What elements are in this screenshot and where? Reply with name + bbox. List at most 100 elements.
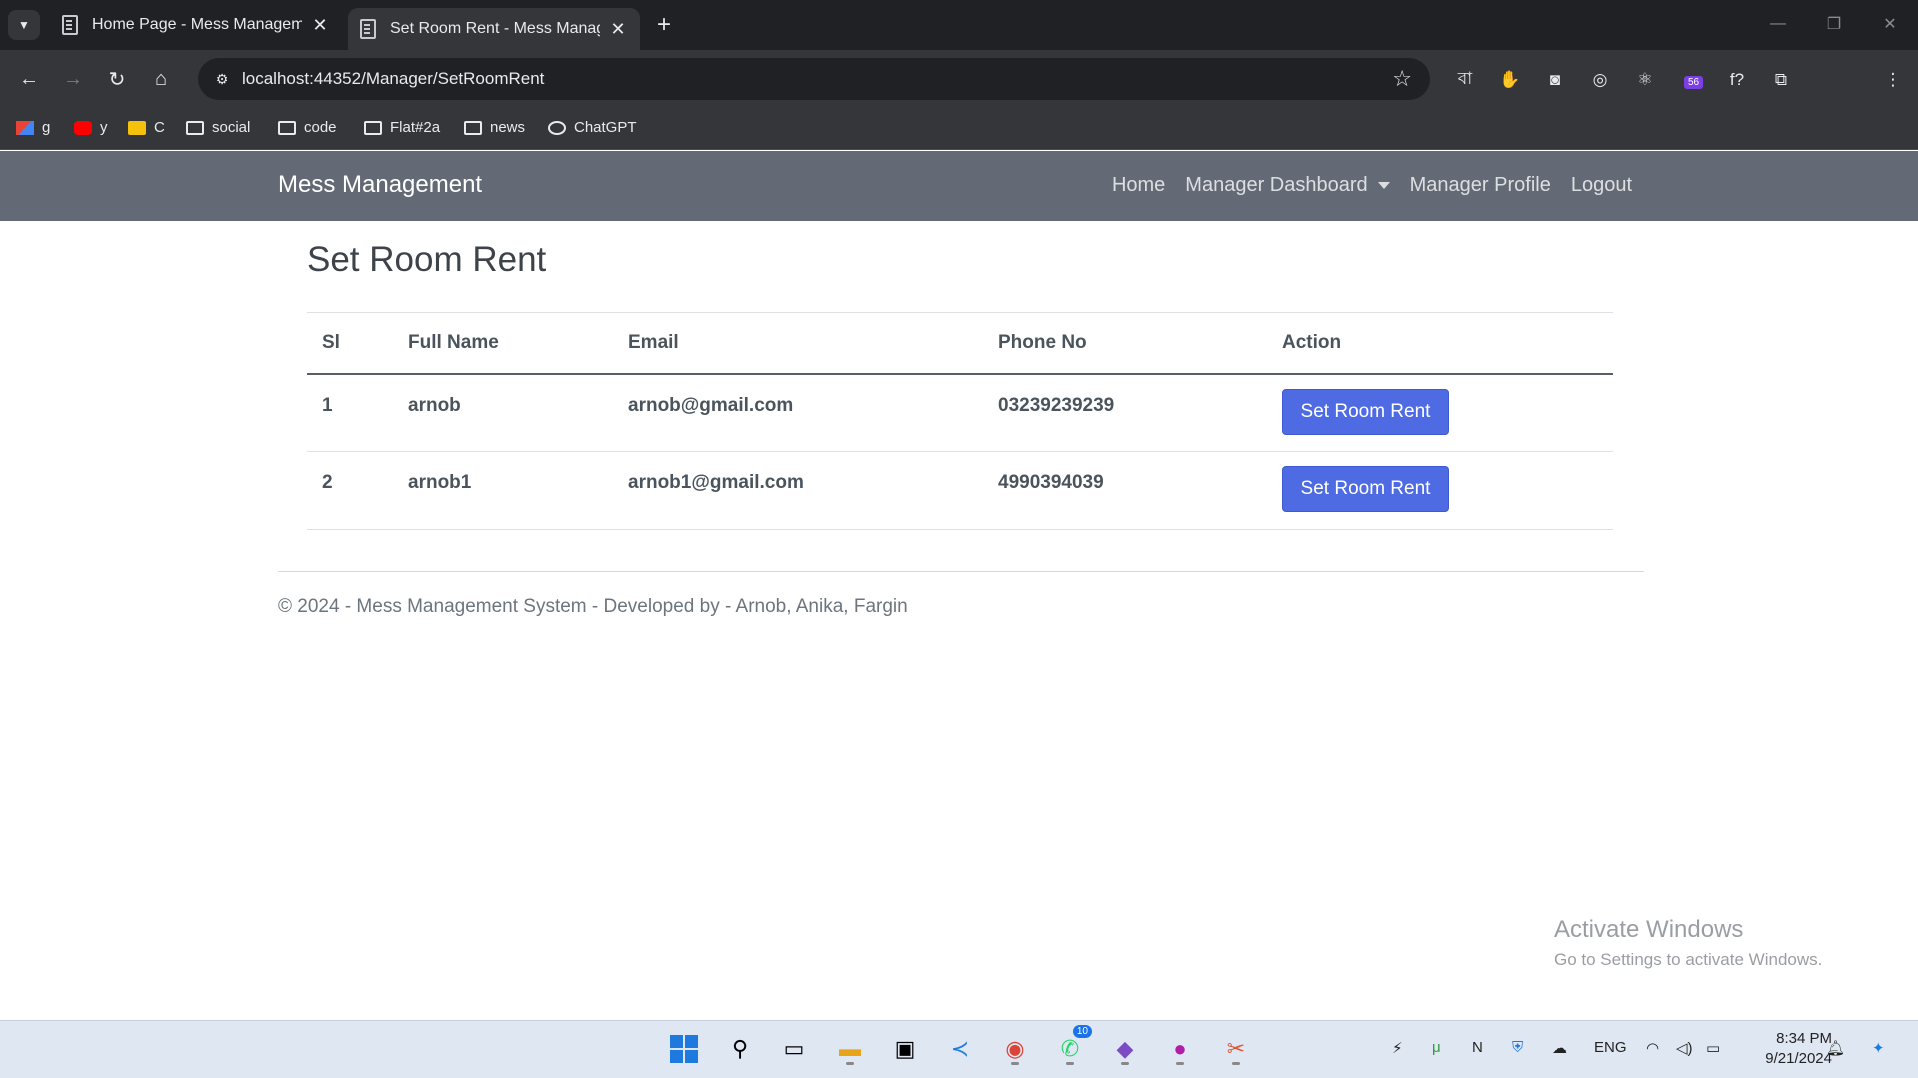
tab-home-page[interactable]: Home Page - Mess Managemen ✕ bbox=[50, 8, 342, 42]
clock-time: 8:34 PM bbox=[1776, 1030, 1832, 1047]
address-bar[interactable]: ⚙ localhost:44352/Manager/SetRoomRent ☆ bbox=[198, 58, 1430, 100]
tray-utorrent-icon[interactable]: μ bbox=[1432, 1039, 1441, 1056]
tab-set-room-rent[interactable]: Set Room Rent - Mess Manager ✕ bbox=[348, 8, 640, 50]
snipping-tool-icon[interactable]: ✂ bbox=[1218, 1031, 1254, 1067]
running-indicator bbox=[1066, 1062, 1074, 1065]
cell-phone: 4990394039 bbox=[983, 451, 1267, 530]
cell-email: arnob@gmail.com bbox=[613, 373, 983, 452]
cell-full-name: arnob1 bbox=[393, 451, 613, 530]
bookmarks-bar: g y C social code Flat#2a news ChatGPT bbox=[0, 108, 1918, 150]
running-indicator bbox=[1121, 1062, 1129, 1065]
extension-count-badge: 56 bbox=[1684, 76, 1704, 89]
bookmark-label: C bbox=[154, 119, 165, 136]
extensions-puzzle-icon[interactable]: ⧉ bbox=[1768, 67, 1794, 93]
close-tab-icon[interactable]: ✕ bbox=[310, 15, 330, 36]
url-text[interactable]: localhost:44352/Manager/SetRoomRent bbox=[242, 69, 544, 89]
nav-home-link[interactable]: Home bbox=[1112, 174, 1165, 197]
chrome-icon[interactable]: ◉ bbox=[997, 1031, 1033, 1067]
tab-title: Set Room Rent - Mess Manager bbox=[390, 20, 600, 37]
forward-arrow-icon[interactable]: → bbox=[58, 64, 88, 94]
nav-dashboard-label: Manager Dashboard bbox=[1185, 174, 1368, 196]
close-tab-icon[interactable]: ✕ bbox=[608, 19, 628, 40]
tray-cloud-icon[interactable]: ☁ bbox=[1552, 1039, 1567, 1057]
column-header-full-name: Full Name bbox=[393, 312, 613, 375]
bookmark-label: code bbox=[304, 119, 337, 136]
tray-notion-icon[interactable]: N bbox=[1472, 1039, 1483, 1056]
bookmark-gmail[interactable]: g bbox=[16, 119, 50, 136]
minimize-window-icon[interactable]: — bbox=[1758, 10, 1798, 38]
bookmark-folder-social[interactable]: social bbox=[186, 119, 250, 136]
reload-icon[interactable]: ↻ bbox=[102, 64, 132, 94]
youtube-icon bbox=[74, 120, 92, 135]
new-tab-button[interactable]: + bbox=[650, 10, 678, 40]
bookmark-star-icon[interactable]: ☆ bbox=[1392, 66, 1412, 92]
site-info-icon[interactable]: ⚙ bbox=[212, 69, 232, 89]
close-window-icon[interactable]: ✕ bbox=[1870, 10, 1910, 38]
tab-search-chevron-icon[interactable]: ▼ bbox=[8, 10, 40, 40]
browser-menu-icon[interactable]: ⋮ bbox=[1880, 67, 1906, 93]
system-clock[interactable]: 8:34 PM 9/21/2024 bbox=[1765, 1029, 1832, 1069]
terminal-icon[interactable]: ▣ bbox=[887, 1031, 923, 1067]
nav-manager-profile-link[interactable]: Manager Profile bbox=[1410, 174, 1551, 197]
bookmark-folder-code[interactable]: code bbox=[278, 119, 337, 136]
brand-link[interactable]: Mess Management bbox=[278, 171, 482, 199]
bookmark-folder-flat[interactable]: Flat#2a bbox=[364, 119, 440, 136]
page-favicon-icon bbox=[62, 15, 78, 35]
bookmark-chatgpt[interactable]: ChatGPT bbox=[548, 119, 637, 136]
notification-bell-icon[interactable]: 🔔︎ bbox=[1826, 1039, 1845, 1057]
file-explorer-icon[interactable]: ▬ bbox=[832, 1031, 868, 1067]
start-button[interactable] bbox=[666, 1031, 702, 1067]
search-icon[interactable]: ⚲ bbox=[722, 1031, 758, 1067]
home-icon[interactable]: ⌂ bbox=[146, 64, 176, 94]
footer-divider bbox=[278, 571, 1644, 572]
cell-phone: 03239239239 bbox=[983, 373, 1267, 452]
watermark-title: Activate Windows bbox=[1554, 916, 1744, 943]
tray-app-icon[interactable]: ⚡ bbox=[1392, 1039, 1403, 1057]
caret-down-icon bbox=[1377, 182, 1390, 190]
messenger-app-icon[interactable]: ● bbox=[1162, 1031, 1198, 1067]
cell-action: Set Room Rent bbox=[1267, 451, 1613, 530]
camera-extension-icon[interactable]: ◙ bbox=[1542, 67, 1568, 93]
table-header-row: Sl Full Name Email Phone No Action bbox=[307, 312, 1613, 375]
activate-windows-watermark: Activate Windows Go to Settings to activ… bbox=[1554, 916, 1822, 970]
table-row: 1 arnob arnob@gmail.com 03239239239 Set … bbox=[307, 373, 1613, 452]
clock-date: 9/21/2024 bbox=[1765, 1050, 1832, 1067]
tray-security-shield-icon[interactable]: ⛨ bbox=[1512, 1039, 1523, 1056]
nav-logout-link[interactable]: Logout bbox=[1571, 174, 1632, 197]
nav-links: Home Manager Dashboard Manager Profile L… bbox=[1112, 174, 1632, 197]
bookmark-label: y bbox=[100, 119, 108, 136]
set-room-rent-button[interactable]: Set Room Rent bbox=[1282, 388, 1449, 435]
bookmark-label: g bbox=[42, 119, 51, 136]
bookmark-folder-news[interactable]: news bbox=[464, 119, 525, 136]
react-devtools-icon[interactable]: ⚛ bbox=[1632, 67, 1658, 93]
bookmark-label: ChatGPT bbox=[574, 119, 637, 136]
browser-toolbar: ← → ↻ ⌂ ⚙ localhost:44352/Manager/SetRoo… bbox=[0, 50, 1918, 140]
copilot-icon[interactable]: ✦ bbox=[1872, 1039, 1885, 1057]
task-view-icon[interactable]: ▭ bbox=[776, 1031, 812, 1067]
bangla-keyboard-extension-icon[interactable]: বা bbox=[1452, 67, 1478, 93]
visual-studio-icon[interactable]: ◆ bbox=[1107, 1031, 1143, 1067]
nav-manager-dashboard-dropdown[interactable]: Manager Dashboard bbox=[1185, 174, 1390, 197]
bookmark-youtube[interactable]: y bbox=[74, 119, 108, 136]
folder-icon bbox=[364, 120, 382, 135]
column-header-phone: Phone No bbox=[983, 312, 1267, 375]
windows-logo-icon bbox=[670, 1035, 698, 1063]
target-extension-icon[interactable]: ◎ bbox=[1587, 67, 1613, 93]
formula-extension-icon[interactable]: f? bbox=[1724, 67, 1750, 93]
set-room-rent-button[interactable]: Set Room Rent bbox=[1282, 466, 1449, 512]
vscode-icon[interactable]: ≺ bbox=[942, 1031, 978, 1067]
bookmark-classroom[interactable]: C bbox=[128, 119, 165, 136]
battery-icon[interactable]: ▭ bbox=[1706, 1039, 1720, 1057]
whatsapp-icon[interactable]: ✆ 10 bbox=[1052, 1025, 1092, 1067]
tab-title: Home Page - Mess Managemen bbox=[92, 16, 302, 33]
site-navbar: Mess Management Home Manager Dashboard M… bbox=[0, 151, 1918, 221]
chatgpt-icon bbox=[548, 120, 566, 135]
back-arrow-icon[interactable]: ← bbox=[14, 64, 44, 94]
volume-icon[interactable]: ◁) bbox=[1676, 1039, 1693, 1057]
running-indicator bbox=[1232, 1062, 1240, 1065]
hand-extension-icon[interactable]: ✋ bbox=[1497, 67, 1523, 93]
restore-window-icon[interactable]: ❐ bbox=[1814, 10, 1854, 38]
language-indicator[interactable]: ENG bbox=[1594, 1039, 1627, 1056]
bookmark-label: social bbox=[212, 119, 251, 136]
wifi-icon[interactable]: ◠ bbox=[1646, 1039, 1659, 1057]
